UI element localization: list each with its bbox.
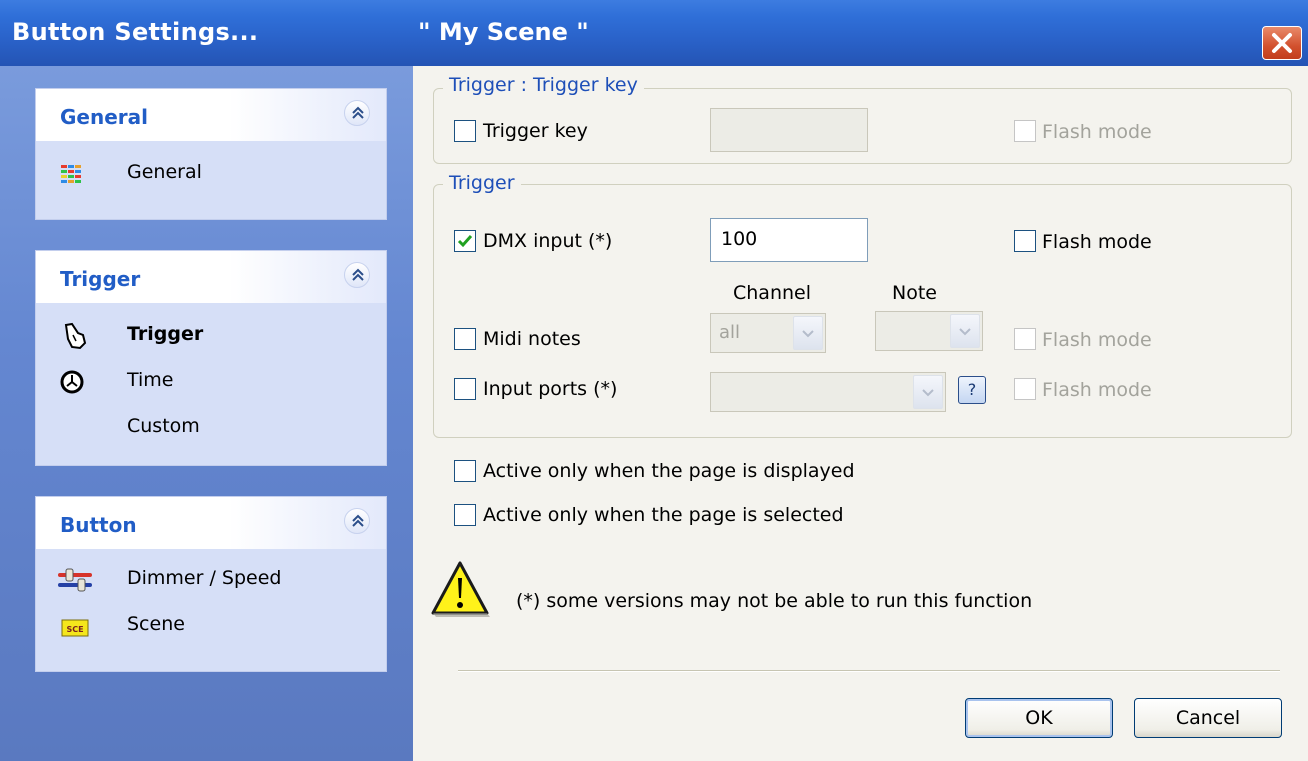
svg-text:SCE: SCE [66,625,83,634]
input-ports-dropdown-arrow[interactable] [913,375,943,409]
sliders-icon [58,568,92,592]
chevron-down-icon [959,328,971,336]
sidebar-item-label: General [127,161,202,183]
midi-flash-label: Flash mode [1042,329,1152,351]
midi-notes-label: Midi notes [483,328,581,350]
close-icon [1272,33,1292,53]
navigation-pane: General General Trigger Trigger Time Cus… [0,66,413,761]
active-displayed-checkbox[interactable] [454,460,476,482]
group-general-header[interactable]: General [36,89,386,141]
group-trigger-header[interactable]: Trigger [36,251,386,303]
group-button: Button Dimmer / Speed SCE Scene [35,496,387,672]
trigger-key-flash-label: Flash mode [1042,121,1152,143]
checkmark-icon [457,235,473,248]
group-button-title: Button [60,513,137,537]
active-selected-label: Active only when the page is selected [483,504,844,526]
input-ports-select[interactable] [710,372,946,412]
midi-flash-checkbox[interactable] [1014,328,1036,350]
trigger-key-legend: Trigger : Trigger key [443,74,644,96]
cancel-button[interactable]: Cancel [1134,698,1282,738]
scene-title: " My Scene " [418,18,589,46]
double-chevron-up-icon [352,106,364,119]
group-trigger: Trigger Trigger Time Custom [35,250,387,466]
chevron-down-icon [802,330,814,338]
clock-icon [60,370,84,394]
group-general-title: General [60,105,148,129]
trigger-legend: Trigger [443,172,521,194]
dmx-input-checkbox[interactable] [454,230,476,252]
double-chevron-up-icon [352,514,364,527]
window-title: Button Settings... [12,18,259,46]
trigger-key-field[interactable] [710,108,868,152]
dmx-flash-checkbox[interactable] [1014,230,1036,252]
group-button-header[interactable]: Button [36,497,386,549]
collapse-general-button[interactable] [344,100,370,126]
double-chevron-up-icon [352,268,364,281]
dmx-input-label: DMX input (*) [483,230,613,252]
collapse-button-button[interactable] [344,508,370,534]
sidebar-item-label: Time [127,369,174,391]
scene-icon: SCE [61,619,89,637]
dmx-input-field[interactable]: 100 [710,218,868,262]
ports-flash-label: Flash mode [1042,379,1152,401]
trigger-key-checkbox[interactable] [454,120,476,142]
midi-channel-value: all [719,322,741,343]
note-column-header: Note [892,282,937,304]
group-trigger-title: Trigger [60,267,141,291]
midi-channel-select[interactable]: all [710,313,826,353]
sidebar-item-label: Trigger [127,323,204,345]
group-general: General General [35,88,387,220]
button-settings-dialog: Button Settings... " My Scene " General [0,0,1308,761]
input-ports-help-button[interactable]: ? [958,376,986,404]
active-selected-checkbox[interactable] [454,504,476,526]
dmx-flash-label: Flash mode [1042,231,1152,253]
title-bar: Button Settings... " My Scene " [0,0,1308,66]
warning-text: (*) some versions may not be able to run… [516,590,1033,612]
collapse-trigger-button[interactable] [344,262,370,288]
warning-icon [431,561,490,617]
input-ports-label: Input ports (*) [483,378,618,400]
hand-pointer-icon [64,322,87,350]
close-button[interactable] [1262,26,1302,60]
settings-content: Trigger : Trigger key Trigger key Flash … [413,66,1308,761]
trigger-key-flash-checkbox[interactable] [1014,120,1036,142]
midi-note-select[interactable] [875,311,983,351]
sidebar-item-label: Dimmer / Speed [127,567,282,589]
ok-button[interactable]: OK [965,698,1113,738]
trigger-key-label: Trigger key [483,120,588,142]
active-displayed-label: Active only when the page is displayed [483,460,855,482]
footer-divider [458,670,1280,672]
channel-column-header: Channel [733,282,812,304]
midi-notes-checkbox[interactable] [454,328,476,350]
sidebar-item-label: Scene [127,613,185,635]
ports-flash-checkbox[interactable] [1014,378,1036,400]
midi-channel-dropdown-arrow[interactable] [793,316,823,350]
grid-colors-icon [61,165,81,183]
chevron-down-icon [922,389,934,397]
midi-note-dropdown-arrow[interactable] [950,314,980,348]
sidebar-item-label: Custom [127,415,200,437]
input-ports-checkbox[interactable] [454,378,476,400]
